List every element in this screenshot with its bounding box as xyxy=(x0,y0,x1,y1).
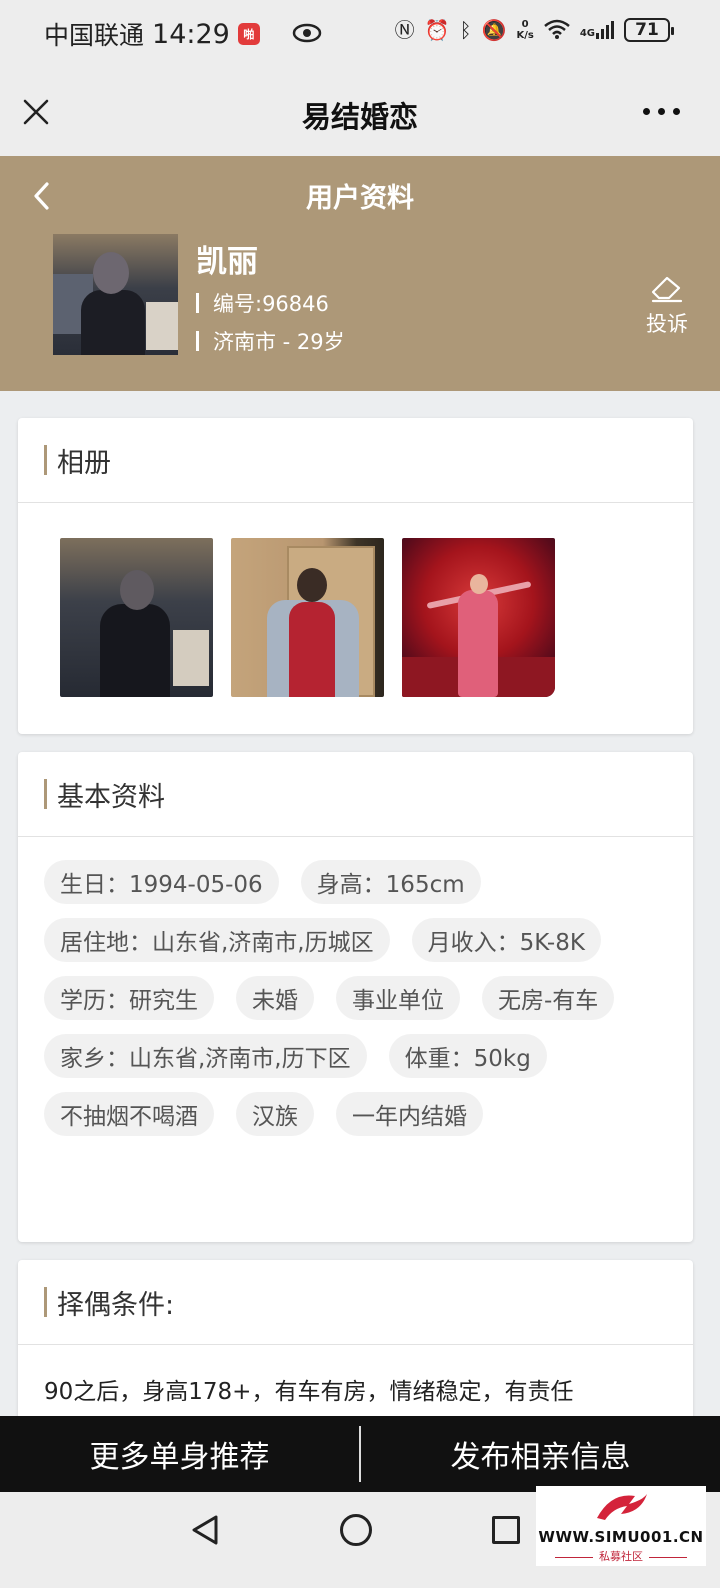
nfc-icon: Ⓝ xyxy=(394,18,415,42)
info-tag-marriage-plan: 一年内结婚 xyxy=(336,1092,483,1136)
requirements-text: 90之后，身高178+，有车有房，情绪稳定，有责任 xyxy=(44,1379,574,1405)
wifi-icon xyxy=(544,19,570,42)
requirements-title: 择偶条件: xyxy=(57,1289,175,1321)
nav-back-icon[interactable] xyxy=(190,1514,220,1546)
info-tag-ethnicity: 汉族 xyxy=(236,1092,314,1136)
watermark-url: WWW.SIMU001.CN xyxy=(538,1528,704,1546)
report-button[interactable]: 投诉 xyxy=(642,274,692,338)
status-bar: 中国联通 14:29 啪 Ⓝ ⏰ ᛒ 🔕 0 K/s 4G 71 xyxy=(0,0,720,70)
page-title: 用户资料 xyxy=(306,183,414,214)
clock: 14:29 xyxy=(152,18,230,50)
basic-info-title: 基本资料 xyxy=(57,781,165,813)
net-speed: 0 K/s xyxy=(516,19,534,41)
bluetooth-icon: ᛒ xyxy=(459,18,472,42)
album-card: 相册 xyxy=(18,418,693,734)
info-tag-occupation: 事业单位 xyxy=(336,976,460,1020)
status-left: 中国联通 14:29 啪 xyxy=(44,16,260,52)
more-singles-button[interactable]: 更多单身推荐 xyxy=(0,1416,359,1492)
battery-indicator: 71 xyxy=(624,18,674,42)
info-tag-birthday: 生日：1994-05-06 xyxy=(44,860,279,904)
eraser-report-icon xyxy=(651,276,683,303)
info-tag-property: 无房-有车 xyxy=(482,976,615,1020)
more-options-icon[interactable] xyxy=(643,108,680,115)
bottom-action-bar: 更多单身推荐 发布相亲信息 xyxy=(0,1416,720,1492)
info-tag-habits: 不抽烟不喝酒 xyxy=(44,1092,214,1136)
user-id-line: 编号:96846 xyxy=(196,288,329,318)
basic-info-tags: 生日：1994-05-06 身高：165cm 居住地：山东省,济南市,历城区 月… xyxy=(44,860,674,1136)
app-title: 易结婚恋 xyxy=(301,100,418,134)
watermark-logo-icon xyxy=(597,1494,647,1520)
notification-app-icon: 啪 xyxy=(237,23,260,45)
nav-home-icon[interactable] xyxy=(340,1514,372,1546)
basic-info-card: 基本资料 生日：1994-05-06 身高：165cm 居住地：山东省,济南市,… xyxy=(18,752,693,1242)
user-name: 凯丽 xyxy=(196,244,258,280)
watermark: WWW.SIMU001.CN 私募社区 xyxy=(536,1486,706,1566)
info-tag-height: 身高：165cm xyxy=(300,860,481,904)
alarm-icon: ⏰ xyxy=(424,18,450,42)
avatar[interactable] xyxy=(53,234,178,355)
eye-icon xyxy=(292,23,322,43)
album-title: 相册 xyxy=(57,447,111,479)
partner-requirements-card: 择偶条件: 90之后，身高178+，有车有房，情绪稳定，有责任 xyxy=(18,1260,693,1440)
album-photos xyxy=(60,538,555,697)
requirements-header: 择偶条件: xyxy=(18,1260,693,1345)
watermark-subtitle: 私募社区 xyxy=(536,1548,706,1564)
info-tag-marital: 未婚 xyxy=(236,976,314,1020)
profile-header: 用户资料 凯丽 xyxy=(0,156,720,391)
basic-info-header: 基本资料 xyxy=(18,752,693,837)
mute-icon: 🔕 xyxy=(481,18,507,42)
title-bar: 易结婚恋 xyxy=(0,70,720,156)
publish-info-button[interactable]: 发布相亲信息 xyxy=(361,1416,720,1492)
album-photo[interactable] xyxy=(231,538,384,697)
status-right: Ⓝ ⏰ ᛒ 🔕 0 K/s 4G 71 xyxy=(394,18,674,42)
report-label: 投诉 xyxy=(646,312,688,336)
album-header: 相册 xyxy=(18,418,693,503)
cellular-signal-icon: 4G xyxy=(580,21,614,39)
info-tag-weight: 体重：50kg xyxy=(388,1034,547,1078)
info-tag-hometown: 家乡：山东省,济南市,历下区 xyxy=(44,1034,367,1078)
user-id: 编号:96846 xyxy=(213,292,329,316)
album-photo[interactable] xyxy=(402,538,555,697)
nav-recents-icon[interactable] xyxy=(492,1516,520,1544)
album-photo[interactable] xyxy=(60,538,213,697)
user-location-line: 济南市 - 29岁 xyxy=(196,326,345,356)
info-tag-income: 月收入：5K-8K xyxy=(411,918,601,962)
info-tag-education: 学历：研究生 xyxy=(44,976,214,1020)
info-tag-residence: 居住地：山东省,济南市,历城区 xyxy=(44,918,390,962)
user-location-age: 济南市 - 29岁 xyxy=(213,330,345,354)
carrier-label: 中国联通 xyxy=(44,21,145,50)
